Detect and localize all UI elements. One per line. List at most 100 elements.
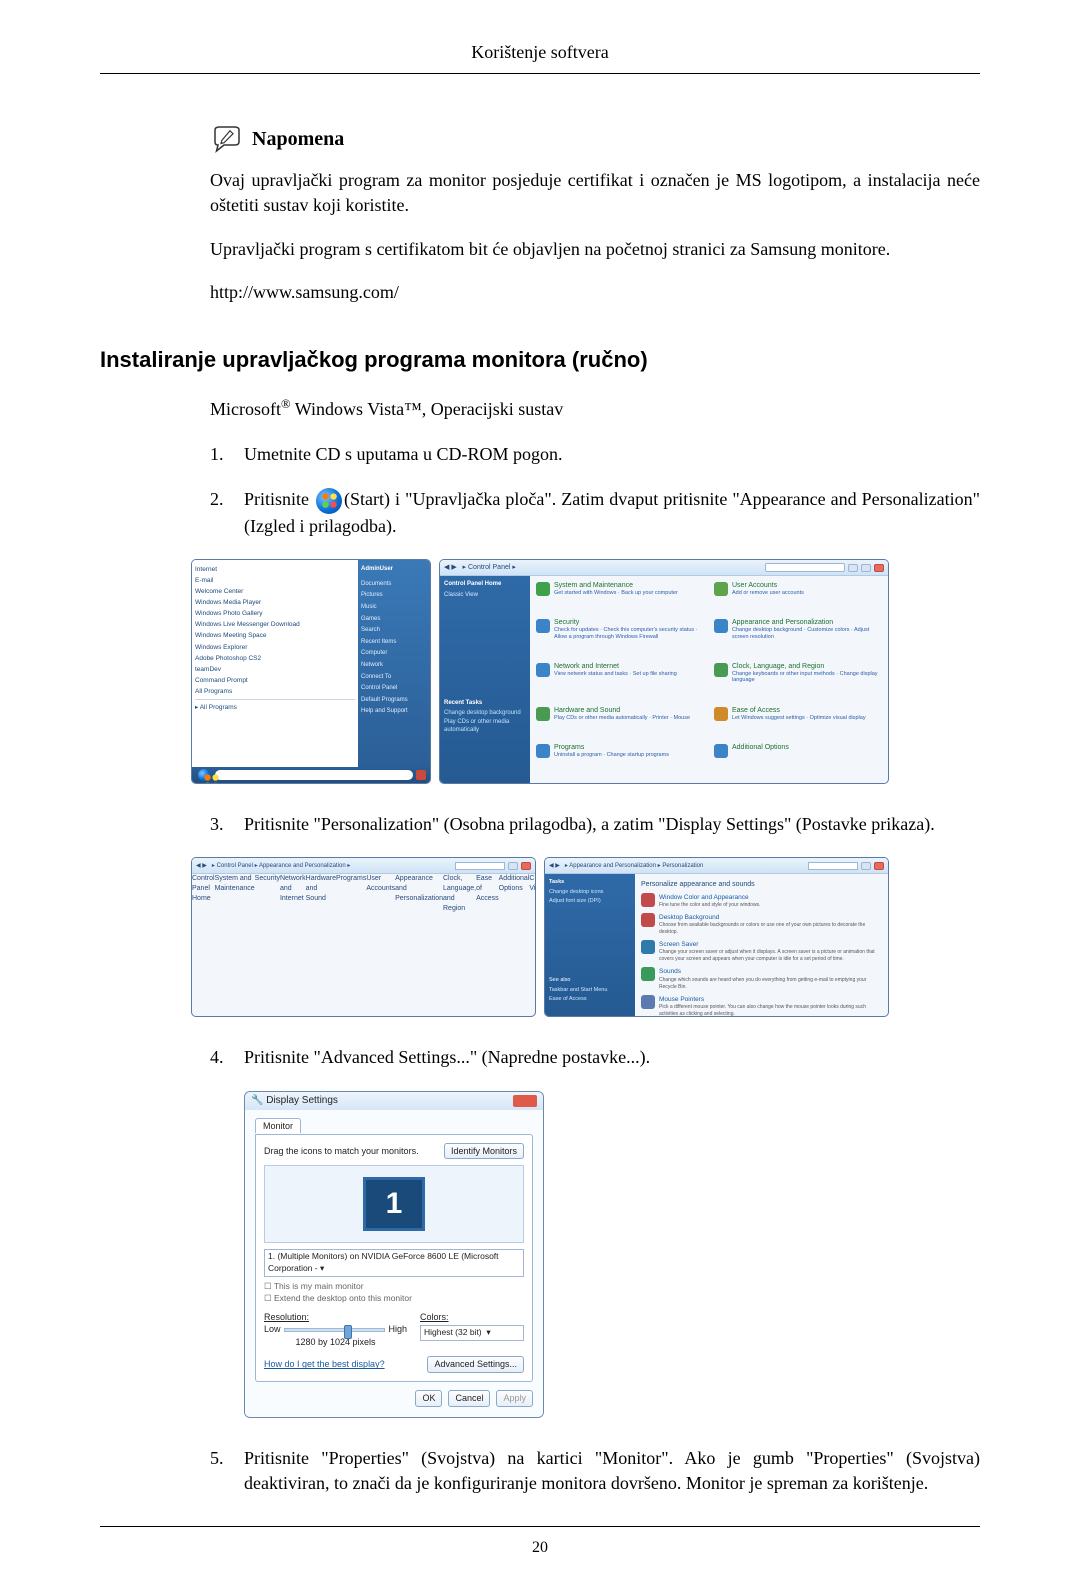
- start-right-item: Network: [361, 660, 427, 672]
- ds-colors-combo: Highest (32 bit) ▾: [420, 1325, 524, 1341]
- ds-res-value: 1280 by 1024 pixels: [264, 1336, 407, 1349]
- cp-main: System and MaintenanceGet started with W…: [530, 576, 888, 783]
- cp-recent-2: Play CDs or other media automatically: [444, 718, 526, 735]
- appearance-sidebar: Appearance and Personalization: [395, 874, 443, 1016]
- start-right-item: Default Programs: [361, 695, 427, 707]
- window-titlebar: ◀ ▶ ▸ Control Panel ▸: [440, 560, 888, 576]
- panel-item: Window Color and AppearanceFine tune the…: [641, 893, 882, 909]
- panel-item: Screen SaverChange your screen saver or …: [641, 940, 882, 963]
- panel-item: Mouse PointersPick a different mouse poi…: [641, 995, 882, 1018]
- ds-drag-text: Drag the icons to match your monitors.: [264, 1145, 419, 1158]
- pers-heading: Personalize appearance and sounds: [641, 880, 882, 890]
- ds-res-label: Resolution:: [264, 1312, 309, 1322]
- cp-category: Appearance and PersonalizationChange des…: [714, 619, 882, 659]
- step-4-num: 4.: [210, 1045, 244, 1070]
- advanced-settings-button: Advanced Settings...: [427, 1356, 524, 1373]
- ds-check-main: ☐ This is my main monitor: [264, 1281, 524, 1293]
- ds-low: Low: [264, 1323, 281, 1336]
- cp-category: Clock, Language, and RegionChange keyboa…: [714, 663, 882, 703]
- start-right-item: Recent Items: [361, 637, 427, 649]
- personalization-screenshot: ◀ ▶ ▸ Appearance and Personalization ▸ P…: [544, 857, 889, 1017]
- os-pre: Microsoft: [210, 399, 281, 419]
- page-number: 20: [100, 1537, 980, 1559]
- start-menu-item: Internet: [195, 564, 355, 575]
- cp-category: Network and InternetView network status …: [536, 663, 704, 703]
- step-3-text: Pritisnite "Personalization" (Osobna pri…: [244, 812, 980, 837]
- step-1: 1. Umetnite CD s uputama u CD-ROM pogon.: [210, 442, 980, 467]
- step-2-text: Pritisnite (Start) i "Upravljačka ploča"…: [244, 487, 980, 539]
- ds-colors-label: Colors:: [420, 1312, 449, 1322]
- close-icon: [513, 1095, 537, 1107]
- identify-monitors-button: Identify Monitors: [444, 1143, 524, 1160]
- note-url: http://www.samsung.com/: [210, 280, 980, 305]
- step-3-num: 3.: [210, 812, 244, 837]
- pers-sidebar: Tasks Change desktop icons Adjust font s…: [545, 874, 635, 1016]
- note-title: Napomena: [252, 125, 344, 153]
- screenshot-row-2: ◀ ▶ ▸ Control Panel ▸ Appearance and Per…: [100, 857, 980, 1017]
- start-menu-item: Windows Meeting Space: [195, 630, 355, 641]
- start-menu-item: Windows Media Player: [195, 597, 355, 608]
- start-menu-item: Adobe Photoshop CS2: [195, 653, 355, 664]
- start-right-item: Search: [361, 625, 427, 637]
- start-right-item: Documents: [361, 579, 427, 591]
- start-right-item: Music: [361, 602, 427, 614]
- ds-title-text: Display Settings: [266, 1095, 338, 1106]
- ds-monitor-combo: 1. (Multiple Monitors) on NVIDIA GeForce…: [264, 1249, 524, 1277]
- cp-recent-head: Recent Tasks: [444, 699, 526, 707]
- appearance-sidebar: User Accounts: [366, 874, 395, 1016]
- start-right-item: Computer: [361, 648, 427, 660]
- step-1-text: Umetnite CD s uputama u CD-ROM pogon.: [244, 442, 980, 467]
- cp-category: Ease of AccessLet Windows suggest settin…: [714, 707, 882, 740]
- appearance-sidebar: Control Panel Home: [192, 874, 215, 1016]
- appearance-sidebar: Security: [255, 874, 280, 1016]
- cp-recent-1: Change desktop background: [444, 709, 526, 717]
- start-right-item: Pictures: [361, 590, 427, 602]
- close-icon: [874, 564, 884, 572]
- window-titlebar: ◀ ▶ ▸ Appearance and Personalization ▸ P…: [545, 858, 888, 874]
- close-icon: [521, 862, 531, 870]
- start-right-item: Connect To: [361, 672, 427, 684]
- pers-seealso-1: Taskbar and Start Menu: [549, 986, 631, 995]
- start-right-item: Games: [361, 614, 427, 626]
- start-orb-icon: [316, 488, 342, 514]
- cp-classic: Classic View: [444, 591, 526, 599]
- cp-category: SecurityCheck for updates · Check this c…: [536, 619, 704, 659]
- ds-monitor-area: 1: [264, 1165, 524, 1243]
- screenshot-row-1: InternetE-mailWelcome CenterWindows Medi…: [100, 559, 980, 784]
- ds-help-link: How do I get the best display?: [264, 1358, 385, 1371]
- ok-button: OK: [415, 1390, 442, 1407]
- header-rule: [100, 73, 980, 74]
- start-menu-right: AdminUser DocumentsPicturesMusicGamesSea…: [358, 560, 430, 767]
- cancel-button: Cancel: [448, 1390, 490, 1407]
- cp-category: ProgramsUninstall a program · Change sta…: [536, 744, 704, 777]
- appearance-panel-screenshot: ◀ ▶ ▸ Control Panel ▸ Appearance and Per…: [191, 857, 536, 1017]
- pers-main: Personalize appearance and sounds Window…: [635, 874, 888, 1016]
- resolution-slider: [284, 1328, 386, 1332]
- panel-item: Desktop BackgroundChoose from available …: [641, 913, 882, 936]
- apply-button: Apply: [496, 1390, 533, 1407]
- appearance-sidebar: Classic View: [529, 874, 536, 1016]
- os-line: Microsoft® Windows Vista™, Operacijski s…: [210, 396, 980, 422]
- appearance-sidebar: Additional Options: [499, 874, 530, 1016]
- pers-tasks: Tasks: [549, 878, 631, 887]
- step-5-num: 5.: [210, 1446, 244, 1471]
- note-icon: [210, 124, 244, 154]
- start-menu-item: Windows Live Messenger Download: [195, 619, 355, 630]
- step-4: 4. Pritisnite "Advanced Settings..." (Na…: [210, 1045, 980, 1070]
- cp-category: User AccountsAdd or remove user accounts: [714, 582, 882, 615]
- step-2-post: (Start) i "Upravljačka ploča". Zatim dva…: [244, 489, 980, 536]
- all-programs: All Programs: [200, 704, 237, 711]
- display-settings-screenshot: 🔧 Display Settings Monitor Drag the icon…: [244, 1091, 544, 1418]
- cp-category: Additional Options: [714, 744, 882, 777]
- appearance-sidebar: System and Maintenance: [215, 874, 255, 1016]
- cp-sidebar: Control Panel Home Classic View Recent T…: [440, 576, 530, 783]
- start-right-item: Help and Support: [361, 706, 427, 718]
- reg-mark: ®: [281, 397, 291, 411]
- pers-seealso-2: Ease of Access: [549, 995, 631, 1004]
- ds-check-extend: ☐ Extend the desktop onto this monitor: [264, 1293, 524, 1305]
- step-5-text: Pritisnite "Properties" (Svojstva) na ka…: [244, 1446, 980, 1496]
- os-post: Windows Vista™, Operacijski sustav: [291, 399, 564, 419]
- cp-home: Control Panel Home: [444, 580, 526, 588]
- section-heading: Instaliranje upravljačkog programa monit…: [100, 345, 980, 376]
- start-menu-item: Windows Photo Gallery: [195, 608, 355, 619]
